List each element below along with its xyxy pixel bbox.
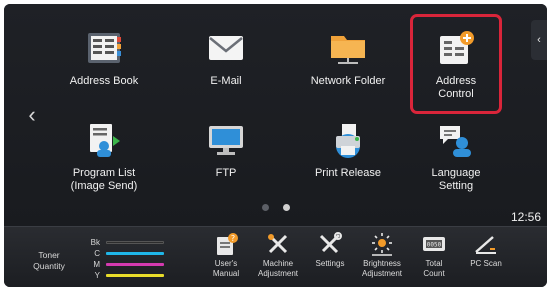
total-count-button[interactable]: 0050 Total Count xyxy=(408,231,460,285)
toner-row-y: Y xyxy=(86,270,164,281)
app-label: Print Release xyxy=(314,167,382,179)
app-label: Network Folder xyxy=(310,75,386,87)
app-email[interactable]: E-Mail xyxy=(166,22,286,118)
bar-button-label: PC Scan xyxy=(470,259,502,268)
app-network-folder[interactable]: Network Folder xyxy=(288,22,408,118)
toner-row-m: M xyxy=(86,259,164,270)
language-setting-icon xyxy=(435,119,477,161)
toner-row-c: C xyxy=(86,248,164,259)
app-ftp[interactable]: FTP xyxy=(166,114,286,210)
app-label: Program List (Image Send) xyxy=(70,167,138,192)
toner-code: Bk xyxy=(90,238,100,247)
app-language-setting[interactable]: Language Setting xyxy=(396,114,516,210)
address-book-icon xyxy=(83,27,125,69)
app-address-control[interactable]: Address Control xyxy=(396,22,516,118)
app-label: FTP xyxy=(215,167,237,179)
app-label: E-Mail xyxy=(210,75,242,87)
clock: 12:56 xyxy=(510,210,541,224)
total-count-icon: 0050 xyxy=(421,231,447,257)
app-label: Language Setting xyxy=(431,167,481,192)
page-dot[interactable] xyxy=(262,204,269,211)
app-address-book[interactable]: Address Book xyxy=(44,22,164,118)
print-release-icon xyxy=(327,119,369,161)
toner-level-bar xyxy=(106,252,164,255)
settings-icon xyxy=(317,231,343,257)
toner-quantity-label: Toner Quantity xyxy=(33,250,65,271)
toner-level-bar xyxy=(106,263,164,266)
machine-adjustment-icon xyxy=(265,231,291,257)
bar-button-label: User's Manual xyxy=(212,259,240,278)
toner-code: M xyxy=(93,260,100,269)
toner-level-bar xyxy=(106,241,164,244)
bar-button-label: Settings xyxy=(315,259,345,268)
app-label: Address Control xyxy=(435,75,477,100)
bar-button-label: Machine Adjustment xyxy=(257,259,299,278)
toner-code: C xyxy=(94,249,100,258)
brightness-icon xyxy=(369,231,395,257)
svg-text:0050: 0050 xyxy=(427,242,442,249)
users-manual-icon: ? xyxy=(213,231,239,257)
home-screen: ‹ Address Book E-Mail Network Folder Add… xyxy=(4,4,547,226)
chevron-left-icon: ‹ xyxy=(537,34,541,46)
address-control-icon xyxy=(435,27,477,69)
settings-button[interactable]: Settings xyxy=(304,231,356,285)
network-folder-icon xyxy=(327,27,369,69)
toner-code: Y xyxy=(94,271,100,280)
app-program-list[interactable]: Program List (Image Send) xyxy=(44,114,164,210)
toner-quantity-indicator[interactable]: Toner Quantity Bk C M Y xyxy=(20,235,180,283)
app-label: Address Book xyxy=(69,75,139,87)
machine-adjustment-button[interactable]: Machine Adjustment xyxy=(252,231,304,285)
toner-level-bar xyxy=(106,274,164,277)
page-indicator xyxy=(262,204,290,211)
pc-scan-icon xyxy=(473,231,499,257)
pc-scan-button[interactable]: PC Scan xyxy=(460,231,512,285)
email-icon xyxy=(205,27,247,69)
side-panel-tab[interactable]: ‹ xyxy=(531,20,547,60)
program-list-icon xyxy=(83,119,125,161)
bar-button-label: Brightness Adjustment xyxy=(361,259,403,278)
operation-panel: ‹ Address Book E-Mail Network Folder Add… xyxy=(4,4,547,287)
svg-text:?: ? xyxy=(231,234,235,243)
bar-button-label: Total Count xyxy=(423,259,445,278)
users-manual-button[interactable]: ? User's Manual xyxy=(200,231,252,285)
system-bar: Toner Quantity Bk C M Y ? User's Manual … xyxy=(4,226,547,287)
toner-row-bk: Bk xyxy=(86,237,164,248)
app-print-release[interactable]: Print Release xyxy=(288,114,408,210)
previous-page-arrow-icon[interactable]: ‹ xyxy=(20,104,44,132)
ftp-icon xyxy=(205,119,247,161)
page-dot-current[interactable] xyxy=(283,204,290,211)
brightness-adjustment-button[interactable]: Brightness Adjustment xyxy=(356,231,408,285)
